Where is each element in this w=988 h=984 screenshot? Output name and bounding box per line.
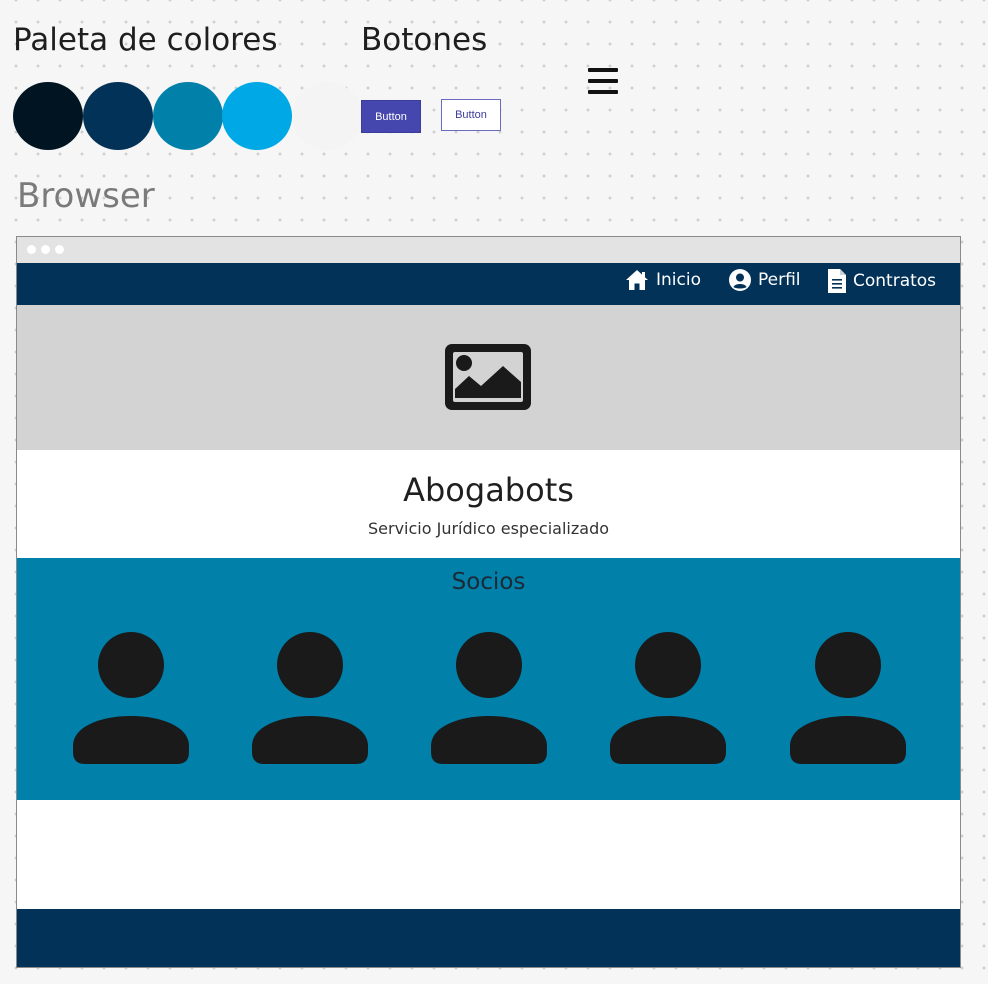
window-dot[interactable] <box>55 245 64 254</box>
partner-avatar-icon[interactable] <box>252 632 368 766</box>
window-dot[interactable] <box>27 245 36 254</box>
swatch-teal <box>153 82 223 150</box>
browser-chrome-bar <box>17 237 960 263</box>
partner-avatar-icon[interactable] <box>73 632 189 766</box>
content-area <box>17 800 960 909</box>
partners-title: Socios <box>451 569 526 595</box>
nav-item-perfil[interactable]: Perfil <box>729 269 801 291</box>
nav-item-contratos[interactable]: Contratos <box>828 269 936 293</box>
document-icon <box>828 269 846 293</box>
outline-button[interactable]: Button <box>441 99 501 131</box>
home-icon <box>626 270 648 290</box>
filled-button[interactable]: Button <box>361 100 421 133</box>
browser-window: Inicio Perfil Contratos Abogabots Servic… <box>16 236 961 968</box>
partner-avatar-icon[interactable] <box>610 632 726 766</box>
brand-name: Abogabots <box>403 471 574 509</box>
swatch-navy <box>83 82 153 150</box>
nav-item-inicio[interactable]: Inicio <box>625 269 701 291</box>
brand-section: Abogabots Servicio Jurídico especializad… <box>17 450 960 558</box>
swatch-sky-blue <box>222 82 292 150</box>
partner-avatar-icon[interactable] <box>431 632 547 766</box>
nav-label-perfil: Perfil <box>758 270 801 290</box>
buttons-title: Botones <box>361 22 488 58</box>
hamburger-menu-icon[interactable] <box>588 68 618 96</box>
partners-section: Socios <box>17 558 960 800</box>
nav-label-inicio: Inicio <box>656 270 701 290</box>
swatch-black <box>13 82 83 150</box>
hero-banner <box>17 305 960 450</box>
swatch-light-gray <box>292 82 362 150</box>
partner-avatar-icon[interactable] <box>790 632 906 766</box>
site-footer <box>17 909 960 967</box>
brand-tagline: Servicio Jurídico especializado <box>367 519 610 538</box>
palette-title: Paleta de colores <box>13 22 278 58</box>
window-dot[interactable] <box>41 245 50 254</box>
image-placeholder-icon <box>445 344 531 410</box>
user-circle-icon <box>729 269 751 291</box>
site-navbar: Inicio Perfil Contratos <box>17 263 960 305</box>
nav-label-contratos: Contratos <box>853 271 937 291</box>
browser-title: Browser <box>17 176 155 216</box>
